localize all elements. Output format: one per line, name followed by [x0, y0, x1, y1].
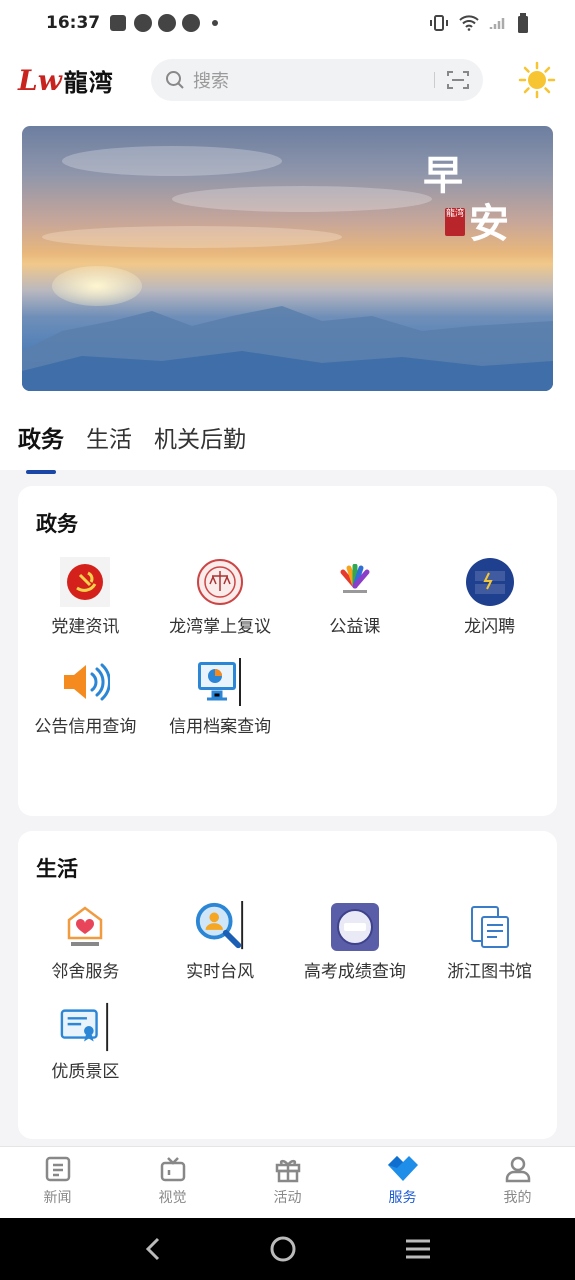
app-logo: Lw 龍湾 — [18, 63, 133, 98]
service-label: 优质景区 — [51, 1062, 120, 1082]
user-icon — [505, 1156, 530, 1183]
charity-logo-icon — [329, 556, 381, 608]
category-tabs: 政务 生活 机关后勤 — [0, 404, 575, 474]
speaker-icon — [59, 656, 111, 708]
banner-section: 早 安 龍湾 — [0, 114, 575, 404]
search-divider — [434, 72, 435, 88]
bottom-navigation: 新闻 视觉 活动 服务 我的 — [0, 1146, 575, 1218]
service-label: 实时台风 — [186, 962, 255, 982]
neighbor-heart-icon — [59, 901, 111, 953]
section-life: 生活 邻舍服务 实时台风 高考成绩查询 浙江图书馆 优质景区 — [18, 831, 557, 1139]
nav-mine[interactable]: 我的 — [460, 1147, 575, 1218]
monitor-chart-icon — [194, 656, 246, 708]
nav-visual[interactable]: 视觉 — [115, 1147, 230, 1218]
banner-mountains — [22, 306, 553, 391]
tab-life[interactable]: 生活 — [86, 420, 132, 464]
service-item-scenic-spots[interactable]: 优质景区 — [18, 1001, 153, 1083]
back-icon[interactable] — [143, 1236, 163, 1262]
service-label: 邻舍服务 — [51, 962, 120, 982]
app-header: Lw 龍湾 搜索 — [0, 46, 575, 114]
nav-label: 新闻 — [43, 1190, 72, 1206]
wifi-icon — [459, 15, 479, 31]
nav-label: 活动 — [273, 1190, 302, 1206]
nav-service[interactable]: 服务 — [345, 1147, 460, 1218]
nav-activity[interactable]: 活动 — [230, 1147, 345, 1218]
app-notification-icon — [134, 14, 153, 32]
search-bar[interactable]: 搜索 — [151, 59, 483, 101]
vibrate-icon — [430, 15, 448, 31]
search-icon — [166, 71, 184, 89]
service-label: 公益课 — [329, 617, 381, 637]
nav-news[interactable]: 新闻 — [0, 1147, 115, 1218]
battery-icon — [518, 13, 528, 33]
home-icon[interactable] — [269, 1235, 297, 1263]
job-recruit-icon — [464, 556, 516, 608]
greeting-char: 安 — [469, 200, 509, 247]
section-government: 政务 党建资讯 龙湾掌上复议 公益课 龙闪聘 公告信用查询 信用档案查询 — [18, 486, 557, 816]
banner-cloud — [172, 186, 432, 212]
service-label: 党建资讯 — [51, 617, 120, 637]
notification-icon — [110, 15, 127, 31]
party-emblem-icon — [59, 556, 111, 608]
section-title: 生活 — [36, 857, 78, 881]
nav-label: 我的 — [503, 1190, 532, 1206]
service-item-zhejiang-library[interactable]: 浙江图书馆 — [422, 901, 557, 983]
nav-label: 视觉 — [158, 1190, 187, 1206]
gift-icon — [275, 1159, 300, 1183]
app-notification-icon — [182, 14, 201, 32]
tab-logistics[interactable]: 机关后勤 — [154, 420, 246, 464]
service-label: 信用档案查询 — [169, 717, 272, 737]
service-item-job-recruit[interactable]: 龙闪聘 — [422, 556, 557, 638]
service-item-charity-class[interactable]: 公益课 — [288, 556, 423, 638]
status-time: 16:37 — [46, 13, 101, 33]
service-item-party-news[interactable]: 党建资讯 — [18, 556, 153, 638]
red-seal-stamp: 龍湾 — [445, 208, 465, 236]
weather-sun-icon[interactable] — [517, 60, 557, 100]
morning-banner[interactable]: 早 安 龍湾 — [22, 126, 553, 391]
scan-icon[interactable] — [447, 70, 469, 90]
system-navigation-bar — [0, 1218, 575, 1280]
search-placeholder: 搜索 — [193, 71, 229, 92]
service-item-notice-credit[interactable]: 公告信用查询 — [18, 656, 153, 738]
greeting-char: 早 — [423, 152, 463, 199]
search-person-icon — [194, 901, 246, 953]
certificate-icon — [59, 1001, 111, 1053]
score-query-icon — [329, 901, 381, 953]
service-item-reconsideration[interactable]: 龙湾掌上复议 — [153, 556, 288, 638]
service-label: 龙湾掌上复议 — [169, 617, 272, 637]
service-label: 公告信用查询 — [34, 717, 137, 737]
tv-icon — [160, 1157, 185, 1182]
banner-cloud — [42, 226, 342, 248]
banner-cloud — [62, 146, 282, 176]
service-item-credit-archive[interactable]: 信用档案查询 — [153, 656, 288, 738]
logo-text: 龍湾 — [63, 67, 114, 97]
service-item-neighbor[interactable]: 邻舍服务 — [18, 901, 153, 983]
tab-government[interactable]: 政务 — [18, 420, 64, 474]
app-notification-icon — [158, 14, 177, 32]
signal-icon — [489, 18, 505, 29]
service-item-typhoon[interactable]: 实时台风 — [153, 901, 288, 983]
nav-label: 服务 — [388, 1190, 417, 1206]
section-title: 政务 — [36, 512, 78, 536]
service-diamond-icon — [387, 1156, 418, 1181]
recents-menu-icon[interactable] — [404, 1237, 432, 1261]
more-notifications-icon — [212, 20, 219, 26]
service-label: 高考成绩查询 — [303, 962, 406, 982]
logo-mark: Lw — [18, 63, 62, 97]
service-label: 浙江图书馆 — [447, 962, 533, 982]
service-item-exam-score[interactable]: 高考成绩查询 — [288, 901, 423, 983]
court-seal-icon — [194, 556, 246, 608]
service-label: 龙闪聘 — [464, 617, 516, 637]
news-icon — [45, 1156, 70, 1182]
library-icon — [464, 901, 516, 953]
status-bar: 16:37 — [0, 0, 575, 46]
